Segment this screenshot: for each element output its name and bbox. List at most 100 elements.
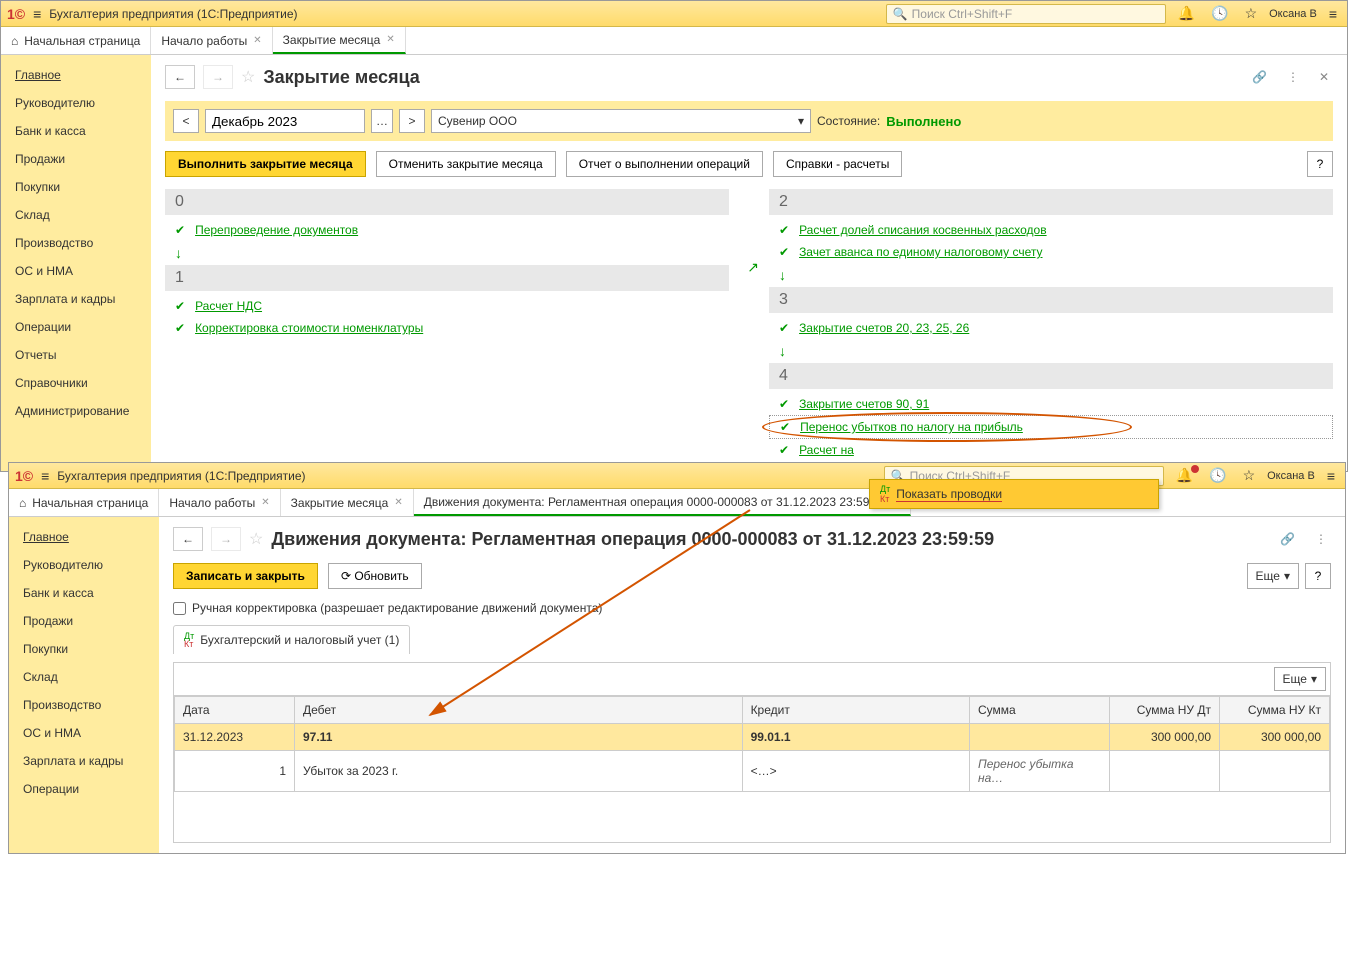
refresh-button[interactable]: ⟳ Обновить [328,563,422,589]
cell-date: 31.12.2023 [175,724,295,751]
show-postings-item[interactable]: Показать проводки [896,487,1002,502]
back-button[interactable]: ← [173,527,203,551]
hamburger-icon[interactable]: ≡ [33,6,41,22]
sidebar-item-catalogs[interactable]: Справочники [1,369,151,397]
sidebar-item-bank[interactable]: Банк и касса [9,579,159,607]
cancel-close-button[interactable]: Отменить закрытие месяца [376,151,556,177]
table-row[interactable]: 1 Убыток за 2023 г. <…> Перенос убытка н… [175,751,1330,792]
th-sum[interactable]: Сумма [970,697,1110,724]
check-icon: ✔ [779,223,789,237]
close-2023-link[interactable]: Закрытие счетов 20, 23, 25, 26 [799,321,969,335]
sidebar-item-reports[interactable]: Отчеты [1,341,151,369]
sidebar-item-manager[interactable]: Руководителю [9,551,159,579]
bell-icon[interactable]: 🔔 [1174,5,1199,22]
search-input[interactable]: 🔍 Поиск Ctrl+Shift+F [886,4,1166,24]
help-button[interactable]: ? [1305,563,1331,589]
manual-correction-checkbox[interactable] [173,602,186,615]
sidebar-item-assets[interactable]: ОС и НМА [9,719,159,747]
titlebar: 1© ≡ Бухгалтерия предприятия (1С:Предпри… [1,1,1347,27]
references-button[interactable]: Справки - расчеты [773,151,902,177]
th-date[interactable]: Дата [175,697,295,724]
sidebar-item-payroll[interactable]: Зарплата и кадры [1,285,151,313]
more-icon[interactable]: ⋮ [1283,70,1303,84]
close-icon[interactable]: ✕ [261,497,269,508]
favorite-icon[interactable]: ☆ [249,529,263,549]
table-more-button[interactable]: Еще ▾ [1274,667,1326,691]
th-nukt[interactable]: Сумма НУ Кт [1220,697,1330,724]
sidebar-item-bank[interactable]: Банк и касса [1,117,151,145]
period-picker-button[interactable]: … [371,109,393,133]
help-button[interactable]: ? [1307,151,1333,177]
sidebar-item-main[interactable]: Главное [1,61,151,89]
sidebar-item-purchases[interactable]: Покупки [9,635,159,663]
next-period-button[interactable]: > [399,109,425,133]
tab-document-movements[interactable]: Движения документа: Регламентная операци… [414,489,912,516]
sidebar-item-main[interactable]: Главное [9,523,159,551]
table-row[interactable]: 31.12.2023 97.11 99.01.1 300 000,00 300 … [175,724,1330,751]
close-icon[interactable]: ✕ [394,497,402,508]
tab-close-month[interactable]: Закрытие месяца ✕ [281,489,414,516]
context-menu[interactable]: ДтКт Показать проводки [869,479,1159,509]
sidebar-item-manager[interactable]: Руководителю [1,89,151,117]
calc-link[interactable]: Расчет на [799,443,854,457]
favorite-icon[interactable]: ☆ [241,67,255,87]
cell-credit: 99.01.1 [742,724,969,751]
close-icon[interactable]: ✕ [386,34,394,45]
prev-period-button[interactable]: < [173,109,199,133]
user-name[interactable]: Оксана В [1267,470,1315,482]
sidebar-item-payroll[interactable]: Зарплата и кадры [9,747,159,775]
run-close-button[interactable]: Выполнить закрытие месяца [165,151,366,177]
tax-advance-link[interactable]: Зачет аванса по единому налоговому счету [799,245,1042,259]
close-icon[interactable]: ✕ [253,35,261,46]
period-input[interactable] [205,109,365,133]
vat-calc-link[interactable]: Расчет НДС [195,299,262,313]
star-icon[interactable]: ☆ [1239,467,1260,484]
user-name[interactable]: Оксана В [1269,8,1317,20]
forward-button[interactable]: → [203,65,233,89]
sidebar-item-sales[interactable]: Продажи [1,145,151,173]
indirect-costs-link[interactable]: Расчет долей списания косвенных расходов [799,223,1047,237]
th-credit[interactable]: Кредит [742,697,969,724]
tab-home[interactable]: ⌂ Начальная страница [9,489,159,516]
tab-close-month[interactable]: Закрытие месяца ✕ [273,27,406,54]
sidebar-item-admin[interactable]: Администрирование [1,397,151,425]
repost-docs-link[interactable]: Перепроведение документов [195,223,358,237]
sidebar-item-warehouse[interactable]: Склад [1,201,151,229]
menu-icon[interactable]: ≡ [1325,6,1341,22]
report-button[interactable]: Отчет о выполнении операций [566,151,763,177]
sidebar-item-operations[interactable]: Операции [1,313,151,341]
sidebar-item-production[interactable]: Производство [1,229,151,257]
more-button[interactable]: Еще ▾ [1247,563,1299,589]
tab-start[interactable]: Начало работы ✕ [159,489,280,516]
link-icon[interactable]: 🔗 [1248,70,1271,84]
menu-icon[interactable]: ≡ [1323,468,1339,484]
back-button[interactable]: ← [165,65,195,89]
sidebar-item-production[interactable]: Производство [9,691,159,719]
close-9091-link[interactable]: Закрытие счетов 90, 91 [799,397,929,411]
sidebar-item-assets[interactable]: ОС и НМА [1,257,151,285]
forward-button[interactable]: → [211,527,241,551]
cost-correction-link[interactable]: Корректировка стоимости номенклатуры [195,321,423,335]
close-icon[interactable]: ✕ [1315,70,1333,84]
history-icon[interactable]: 🕓 [1207,5,1232,22]
link-icon[interactable]: 🔗 [1276,532,1299,546]
history-icon[interactable]: 🕓 [1205,467,1230,484]
sidebar-item-operations[interactable]: Операции [9,775,159,803]
tab-home[interactable]: ⌂ Начальная страница [1,27,151,54]
page-header: ← → ☆ Закрытие месяца 🔗 ⋮ ✕ [165,65,1333,89]
app-title: Бухгалтерия предприятия (1С:Предприятие) [57,469,305,483]
bell-icon[interactable]: 🔔 [1172,467,1197,484]
th-debit[interactable]: Дебет [295,697,743,724]
save-close-button[interactable]: Записать и закрыть [173,563,318,589]
loss-transfer-link[interactable]: Перенос убытков по налогу на прибыль [800,420,1023,434]
organization-select[interactable]: Сувенир ООО ▾ [431,109,811,133]
th-nudt[interactable]: Сумма НУ Дт [1110,697,1220,724]
sidebar-item-warehouse[interactable]: Склад [9,663,159,691]
sidebar-item-sales[interactable]: Продажи [9,607,159,635]
tab-start[interactable]: Начало работы ✕ [151,27,272,54]
sidebar-item-purchases[interactable]: Покупки [1,173,151,201]
more-icon[interactable]: ⋮ [1311,532,1331,546]
hamburger-icon[interactable]: ≡ [41,468,49,484]
accounting-tab[interactable]: ДтКт Бухгалтерский и налоговый учет (1) [173,625,410,654]
star-icon[interactable]: ☆ [1241,5,1262,22]
